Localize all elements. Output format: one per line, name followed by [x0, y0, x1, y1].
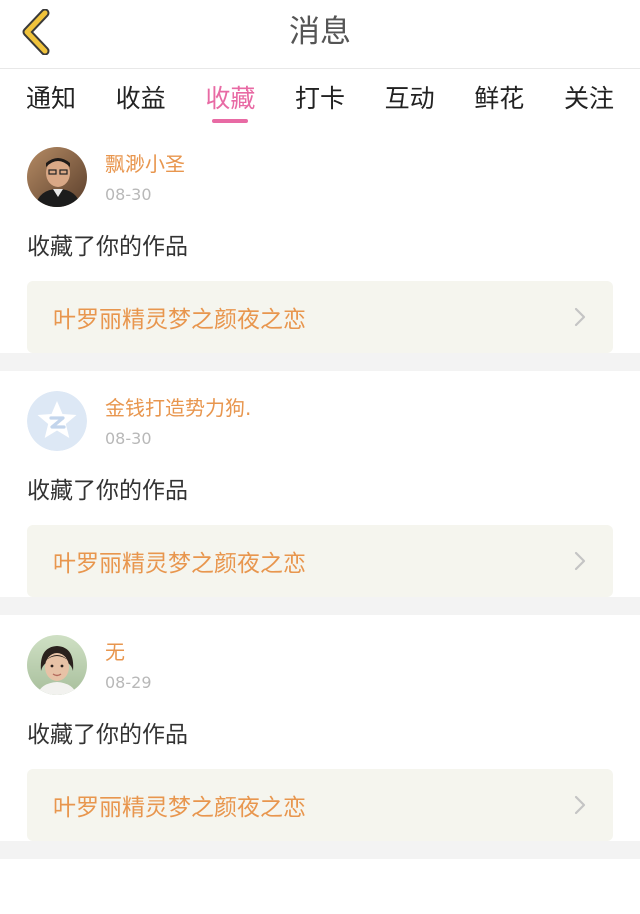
divider: [0, 597, 640, 615]
work-title: 叶罗丽精灵梦之颜夜之恋: [53, 795, 306, 821]
qq-star-default-avatar-icon: [27, 391, 87, 451]
tab-favorites[interactable]: 收藏: [191, 69, 269, 115]
tab-notifications[interactable]: 通知: [12, 69, 90, 115]
tab-interactions[interactable]: 互动: [371, 69, 449, 115]
page-title: 消息: [289, 14, 351, 50]
message-text: 收藏了你的作品: [27, 478, 188, 504]
chevron-right-icon: [574, 795, 586, 815]
tab-earnings[interactable]: 收益: [102, 69, 180, 115]
work-title: 叶罗丽精灵梦之颜夜之恋: [53, 551, 306, 577]
tab-flowers[interactable]: 鲜花: [460, 69, 538, 115]
user-info: 金钱打造势力狗. 08-30: [105, 391, 251, 448]
user-info: 无 08-29: [105, 635, 152, 692]
list-item: 飘渺小圣 08-30 收藏了你的作品 叶罗丽精灵梦之颜夜之恋: [0, 127, 640, 353]
work-link[interactable]: 叶罗丽精灵梦之颜夜之恋: [27, 525, 613, 597]
list-item: 金钱打造势力狗. 08-30 收藏了你的作品 叶罗丽精灵梦之颜夜之恋: [0, 371, 640, 597]
user-row: 无 08-29: [27, 635, 613, 695]
top-bar: 消息: [0, 0, 640, 69]
timestamp: 08-30: [105, 185, 152, 204]
work-link[interactable]: 叶罗丽精灵梦之颜夜之恋: [27, 769, 613, 841]
divider: [0, 841, 640, 859]
timestamp: 08-30: [105, 429, 152, 448]
username[interactable]: 飘渺小圣: [105, 151, 185, 177]
username[interactable]: 金钱打造势力狗.: [105, 395, 251, 421]
work-title: 叶罗丽精灵梦之颜夜之恋: [53, 307, 306, 333]
username[interactable]: 无: [105, 639, 152, 665]
tab-bar: 通知 收益 收藏 打卡 互动 鲜花 关注: [0, 69, 640, 127]
user-row: 飘渺小圣 08-30: [27, 147, 613, 207]
list-item: 无 08-29 收藏了你的作品 叶罗丽精灵梦之颜夜之恋: [0, 615, 640, 841]
avatar[interactable]: [27, 391, 87, 451]
photo-avatar-woman-icon: [27, 635, 87, 695]
photo-avatar-man-icon: [27, 147, 87, 207]
work-link[interactable]: 叶罗丽精灵梦之颜夜之恋: [27, 281, 613, 353]
avatar[interactable]: [27, 635, 87, 695]
message-text: 收藏了你的作品: [27, 722, 188, 748]
chevron-right-icon: [574, 551, 586, 571]
avatar[interactable]: [27, 147, 87, 207]
tab-checkin[interactable]: 打卡: [281, 69, 359, 115]
message-text: 收藏了你的作品: [27, 234, 188, 260]
user-row: 金钱打造势力狗. 08-30: [27, 391, 613, 451]
timestamp: 08-29: [105, 673, 152, 692]
chevron-right-icon: [574, 307, 586, 327]
divider: [0, 353, 640, 371]
user-info: 飘渺小圣 08-30: [105, 147, 185, 204]
tab-follows[interactable]: 关注: [550, 69, 628, 115]
